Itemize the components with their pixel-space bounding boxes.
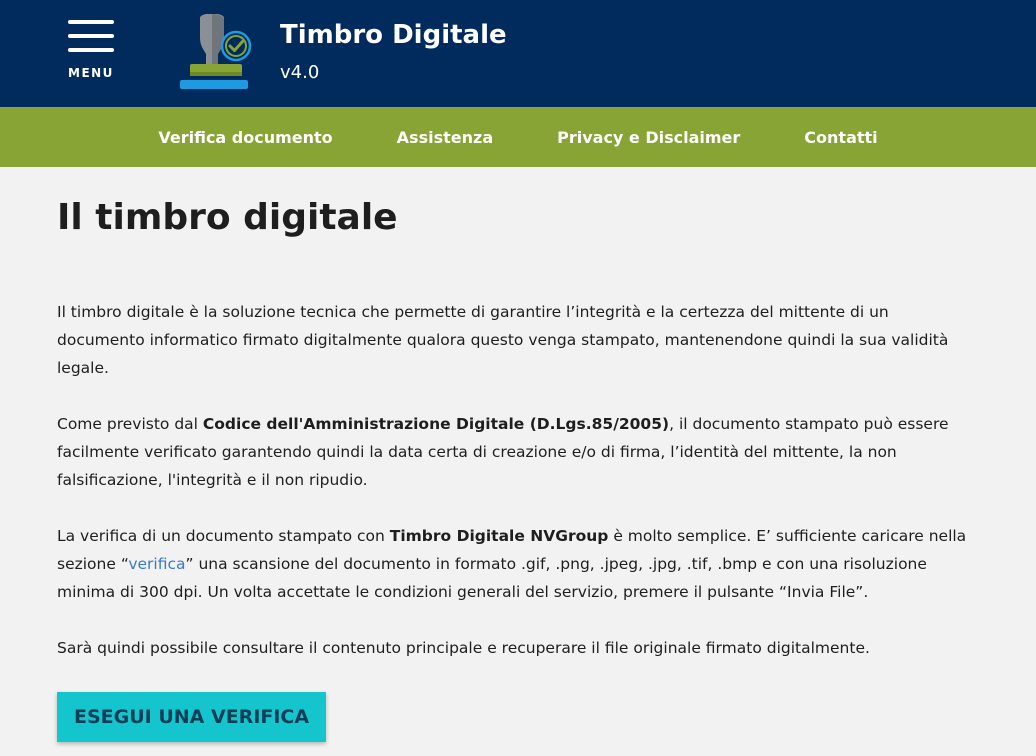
verification-paragraph: La verifica di un documento stampato con…	[57, 522, 979, 606]
menu-label: MENU	[68, 66, 114, 80]
page-title: Il timbro digitale	[57, 197, 398, 238]
outcome-paragraph: Sarà quindi possibile consultare il cont…	[57, 639, 870, 657]
app-title: Timbro Digitale	[280, 20, 507, 50]
text-fragment: ” una scansione del documento in formato…	[57, 555, 927, 601]
hamburger-icon-bar	[68, 48, 114, 52]
menu-button[interactable]: MENU	[68, 20, 116, 84]
top-header: MENU Timbro Digitale v4.0	[0, 0, 1036, 107]
text-fragment: La verifica di un documento stampato con	[57, 527, 390, 545]
nav-item-privacy-disclaimer[interactable]: Privacy e Disclaimer	[557, 128, 740, 147]
main-nav: Verifica documento Assistenza Privacy e …	[0, 107, 1036, 167]
stamp-check-icon	[180, 14, 252, 89]
main-content: Il timbro digitale Il timbro digitale è …	[0, 167, 1036, 742]
hamburger-icon-bar	[68, 34, 114, 38]
app-version: v4.0	[280, 62, 320, 83]
text-fragment: Come previsto dal	[57, 415, 203, 433]
esegui-verifica-button[interactable]: ESEGUI UNA VERIFICA	[57, 692, 327, 742]
nav-item-contatti[interactable]: Contatti	[804, 128, 877, 147]
nav-item-assistenza[interactable]: Assistenza	[397, 128, 493, 147]
cad-paragraph: Come previsto dal Codice dell'Amministra…	[57, 410, 979, 494]
product-name: Timbro Digitale NVGroup	[389, 527, 609, 545]
intro-paragraph: Il timbro digitale è la soluzione tecnic…	[57, 303, 949, 377]
nav-item-verifica-documento[interactable]: Verifica documento	[158, 128, 332, 147]
verifica-link[interactable]: verifica	[128, 555, 185, 573]
hamburger-icon-bar	[68, 20, 114, 24]
cad-reference: Codice dell'Amministrazione Digitale (D.…	[202, 415, 670, 433]
